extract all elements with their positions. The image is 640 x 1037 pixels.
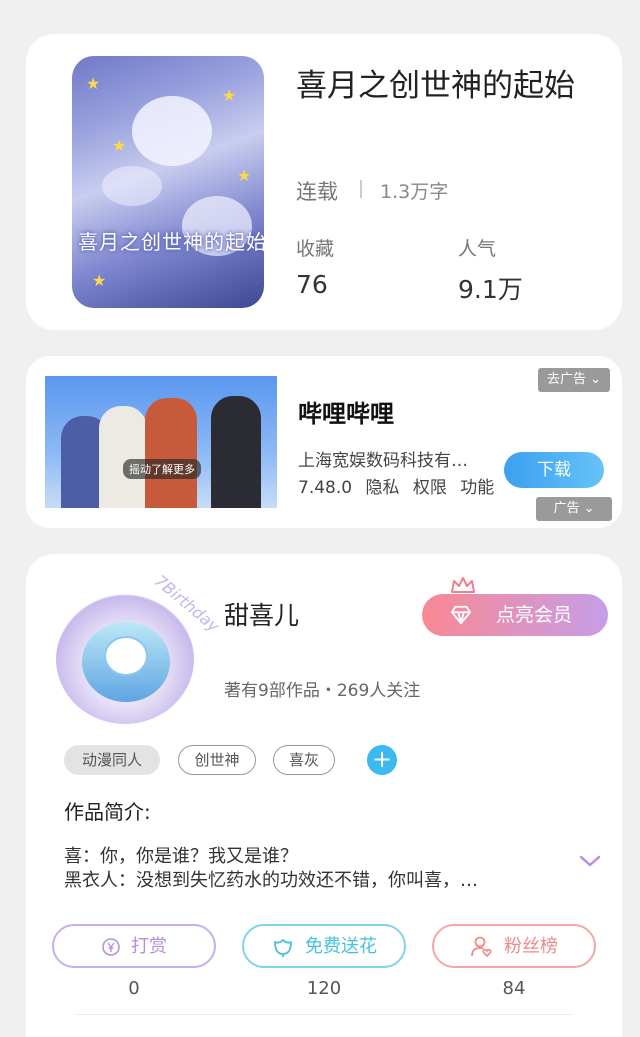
star-icon: ★ — [86, 74, 101, 93]
ad-tag[interactable]: 广告 ⌄ — [536, 497, 612, 521]
ad-figure — [145, 398, 197, 508]
tag-item[interactable]: 创世神 — [178, 745, 256, 775]
ad-version: 7.48.0 — [298, 478, 353, 498]
intro-line: 黑衣人：没想到失忆药水的功效还不错，你叫喜，… — [64, 870, 478, 891]
star-icon: ★ — [237, 166, 252, 185]
ad-thumbnail[interactable]: 摇动了解更多 — [45, 376, 277, 508]
diamond-icon — [450, 605, 472, 625]
author-info: 著有9部作品・269人关注 — [224, 681, 421, 701]
word-count: 1.3万字 — [380, 181, 449, 203]
book-info-card: ★ ★ ★ ★ ★ 喜月之创世神的起始 喜月之创世神的起始 连载 1.3万字 收… — [26, 34, 622, 330]
tag-item[interactable]: 动漫同人 — [64, 745, 160, 775]
author-card: 7Birthday 甜喜儿 著有9部作品・269人关注 点亮会员 动漫同人 创世… — [26, 554, 622, 1037]
favorites-value: 76 — [296, 270, 328, 299]
reward-label: 打赏 — [131, 936, 167, 957]
vip-button[interactable]: 点亮会员 — [422, 594, 608, 636]
tag-item[interactable]: 喜灰 — [273, 745, 335, 775]
ad-thumb-caption: 摇动了解更多 — [123, 459, 201, 479]
divider — [360, 180, 362, 198]
star-icon: ★ — [222, 86, 237, 105]
ad-figure — [211, 396, 261, 508]
reward-button[interactable]: 打赏 — [52, 924, 216, 968]
vip-button-label: 点亮会员 — [496, 604, 573, 626]
remove-ad-button[interactable]: 去广告 ⌄ — [538, 368, 610, 392]
ad-privacy-link[interactable]: 隐私 — [365, 478, 399, 498]
avatar-face — [104, 636, 148, 676]
avatar[interactable]: 7Birthday — [56, 571, 223, 724]
ad-features-link[interactable]: 功能 — [460, 478, 494, 498]
book-cover[interactable]: ★ ★ ★ ★ ★ 喜月之创世神的起始 — [72, 56, 264, 308]
ad-download-button[interactable]: 下载 — [504, 452, 604, 488]
popularity-value: 9.1万 — [458, 275, 523, 304]
ad-figure — [99, 406, 147, 508]
fan-ranking-label: 粉丝榜 — [504, 936, 558, 957]
chevron-down-icon[interactable] — [579, 854, 601, 868]
ad-permissions-link[interactable]: 权限 — [413, 478, 447, 498]
free-flower-button[interactable]: 免费送花 — [242, 924, 406, 968]
divider — [74, 1014, 574, 1015]
cover-art — [102, 166, 162, 206]
book-status: 连载 — [296, 180, 338, 204]
ad-app-name: 哔哩哔哩 — [298, 400, 394, 428]
author-name[interactable]: 甜喜儿 — [224, 596, 299, 632]
intro-label: 作品简介: — [64, 800, 151, 824]
flower-icon — [274, 939, 292, 957]
cover-title-art: 喜月之创世神的起始 — [78, 230, 264, 254]
favorites-label: 收藏 — [296, 238, 335, 260]
cover-art — [132, 96, 212, 166]
ad-card[interactable]: 摇动了解更多 哔哩哔哩 上海宽娱数码科技有… 7.48.0 隐私 权限 功能 下… — [26, 356, 622, 528]
free-flower-label: 免费送花 — [305, 936, 377, 957]
ad-meta: 7.48.0 隐私 权限 功能 — [298, 473, 502, 498]
fan-ranking-button[interactable]: 粉丝榜 — [432, 924, 596, 968]
star-icon: ★ — [92, 271, 107, 290]
user-heart-icon — [471, 936, 492, 958]
avatar-frame-text: 7Birthday — [151, 571, 224, 636]
add-tag-button[interactable]: + — [367, 745, 397, 775]
book-title: 喜月之创世神的起始 — [296, 68, 575, 104]
reward-count: 0 — [128, 978, 140, 999]
avatar-image — [82, 622, 170, 702]
fan-ranking-count: 84 — [502, 978, 526, 999]
star-icon: ★ — [112, 136, 127, 155]
yen-coin-icon — [102, 938, 120, 956]
intro-line: 喜：你，你是谁？我又是谁？ — [64, 846, 298, 867]
ad-company: 上海宽娱数码科技有… — [298, 451, 468, 471]
popularity-label: 人气 — [458, 238, 497, 260]
flower-count: 120 — [306, 978, 342, 999]
crown-icon — [451, 577, 475, 593]
